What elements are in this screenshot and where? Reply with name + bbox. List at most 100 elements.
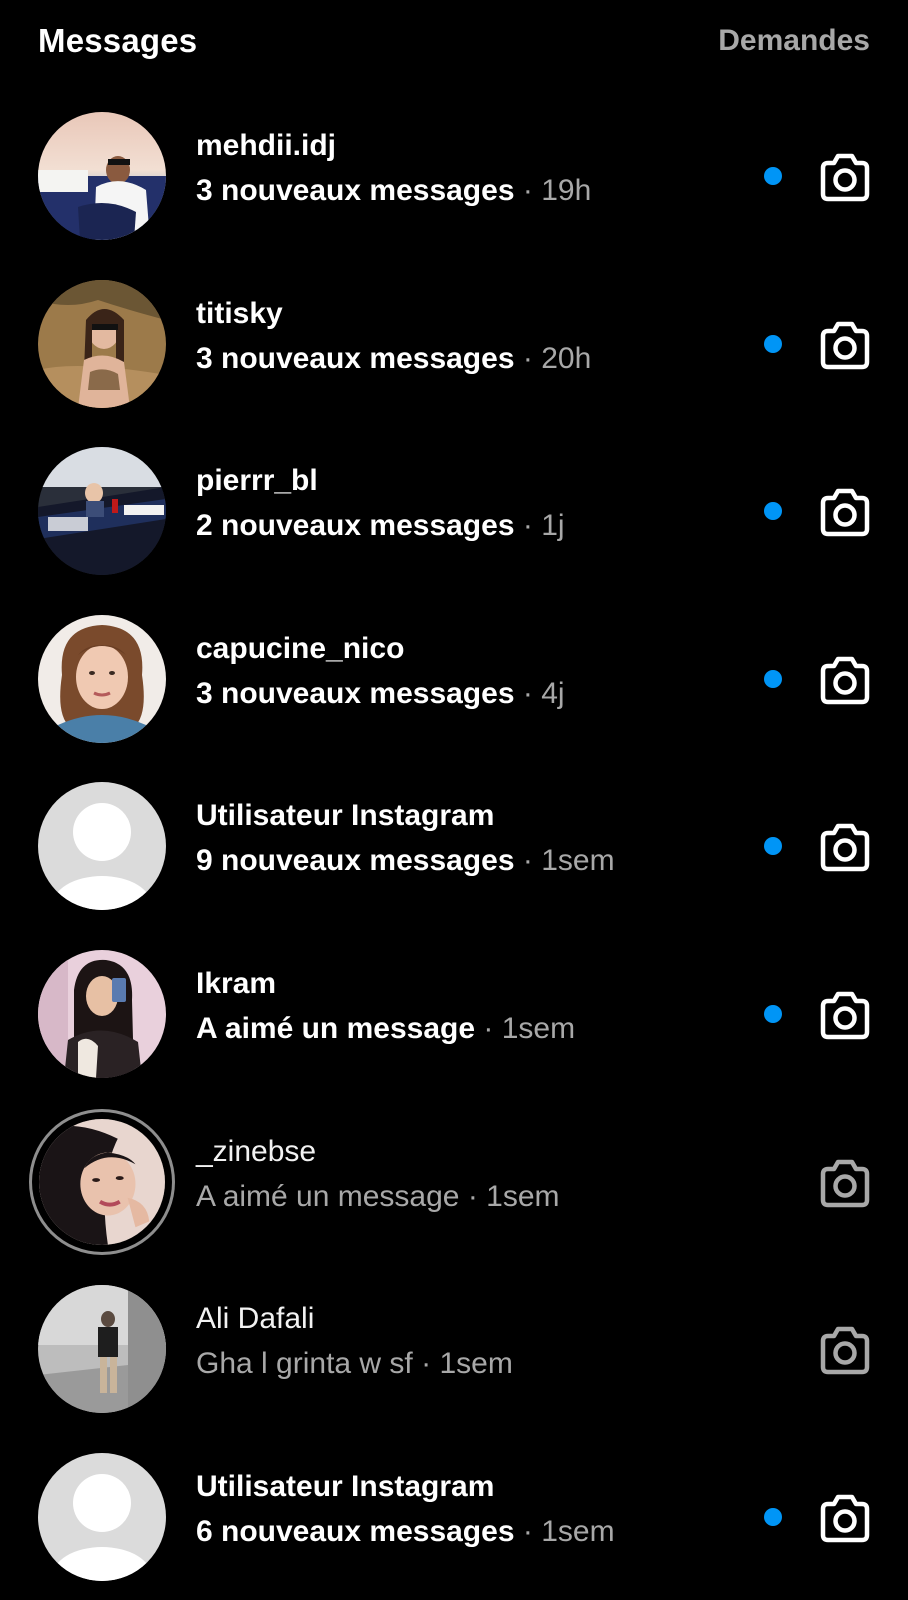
separator-dot: · [522, 509, 533, 543]
conversation-row[interactable]: capucine_nico 3 nouveaux messages · 4j [0, 595, 908, 763]
message-preview: 9 nouveaux messages [196, 844, 515, 878]
conversation-name: capucine_nico [196, 631, 405, 665]
unread-dot [764, 502, 782, 521]
avatar-button[interactable] [38, 949, 166, 1078]
conversation-row[interactable]: _zinebse A aimé un message · 1sem [0, 1098, 908, 1266]
camera-button[interactable] [818, 988, 872, 1042]
timestamp: 4j [541, 676, 565, 710]
camera-button[interactable] [818, 653, 872, 707]
separator-dot: · [522, 676, 533, 710]
message-preview: 3 nouveaux messages [196, 341, 515, 375]
conversation-name: mehdii.idj [196, 129, 337, 162]
avatar-button[interactable] [38, 614, 166, 743]
message-preview: 2 nouveaux messages [196, 509, 515, 543]
conversation-row[interactable]: titisky 3 nouveaux messages · 20h [0, 260, 908, 428]
timestamp: 1sem [486, 1179, 560, 1213]
message-preview: A aimé un message [196, 1179, 460, 1213]
camera-icon [820, 991, 870, 1040]
camera-button[interactable] [818, 820, 872, 874]
avatar [38, 112, 166, 240]
conversation-text: Ikram A aimé un message · 1sem [196, 964, 716, 1049]
separator-dot: · [522, 1514, 533, 1548]
avatar [38, 614, 166, 743]
conversation-text: Ali Dafali Gha l grinta w sf · 1sem [196, 1299, 716, 1384]
timestamp: 1sem [541, 1514, 615, 1548]
conversation-preview: A aimé un message · 1sem [196, 1009, 716, 1049]
avatar-button[interactable] [38, 447, 166, 576]
conversation-name: Ikram [196, 966, 277, 1000]
conversation-row[interactable]: mehdii.idj 3 nouveaux messages · 19h [0, 92, 908, 260]
timestamp: 1j [541, 509, 565, 543]
timestamp: 1sem [541, 844, 615, 878]
conversation-row[interactable]: Utilisateur Instagram 6 nouveaux message… [0, 1433, 908, 1600]
avatar-button[interactable] [38, 279, 166, 408]
conversation-name: Utilisateur Instagram [196, 1469, 495, 1503]
camera-icon [820, 321, 870, 369]
avatar [39, 1118, 165, 1245]
conversation-name: Ali Dafali [196, 1302, 315, 1336]
avatar [38, 949, 166, 1078]
camera-icon [820, 153, 870, 202]
conversation-text: pierrr_bl 2 nouveaux messages · 1j [196, 461, 716, 546]
avatar-button[interactable] [38, 1118, 166, 1246]
conversation-name: Utilisateur Instagram [196, 799, 495, 833]
camera-icon [820, 1494, 870, 1542]
camera-icon [820, 656, 870, 705]
conversation-text: Utilisateur Instagram 6 nouveaux message… [196, 1467, 716, 1552]
message-preview: Gha l grinta w sf [196, 1347, 413, 1381]
camera-button[interactable] [818, 150, 872, 204]
conversation-preview: 3 nouveaux messages · 20h [196, 339, 716, 379]
unread-dot [764, 837, 782, 856]
avatar-button[interactable] [38, 112, 166, 240]
conversation-row[interactable]: pierrr_bl 2 nouveaux messages · 1j [0, 427, 908, 595]
camera-button[interactable] [818, 1323, 872, 1377]
conversation-row[interactable]: Utilisateur Instagram 9 nouveaux message… [0, 762, 908, 930]
conversation-list: mehdii.idj 3 nouveaux messages · 19h tit… [0, 92, 908, 1600]
unread-dot [764, 1004, 782, 1023]
avatar-button[interactable] [38, 1285, 166, 1414]
message-preview: 3 nouveaux messages [196, 676, 515, 710]
conversation-preview: A aimé un message · 1sem [196, 1177, 716, 1217]
conversation-name: titisky [196, 296, 283, 330]
message-preview: 3 nouveaux messages [196, 174, 515, 207]
camera-icon [820, 1159, 870, 1207]
avatar [38, 782, 166, 911]
avatar [38, 447, 166, 576]
conversation-text: titisky 3 nouveaux messages · 20h [196, 294, 716, 379]
camera-icon [820, 824, 870, 872]
avatar [38, 279, 166, 408]
conversation-text: Utilisateur Instagram 9 nouveaux message… [196, 796, 716, 881]
timestamp: 1sem [501, 1011, 576, 1045]
separator-dot: · [467, 1179, 478, 1213]
conversation-row[interactable]: Ikram A aimé un message · 1sem [0, 930, 908, 1098]
camera-button[interactable] [818, 1156, 872, 1210]
requests-button[interactable]: Demandes [718, 24, 870, 58]
message-preview: A aimé un message [196, 1011, 476, 1045]
unread-dot [764, 334, 782, 353]
message-preview: 6 nouveaux messages [196, 1514, 515, 1548]
separator-dot: · [483, 1011, 494, 1045]
conversation-preview: 3 nouveaux messages · 19h [196, 171, 716, 211]
separator-dot: · [522, 341, 533, 375]
separator-dot: · [522, 174, 533, 207]
camera-button[interactable] [818, 485, 872, 539]
camera-button[interactable] [818, 318, 872, 372]
timestamp: 1sem [439, 1347, 513, 1381]
conversation-preview: 2 nouveaux messages · 1j [196, 506, 716, 546]
conversation-name: pierrr_bl [196, 464, 318, 498]
conversation-preview: 3 nouveaux messages · 4j [196, 674, 716, 714]
default-avatar-icon [38, 782, 166, 911]
avatar-button[interactable] [38, 782, 166, 911]
unread-dot [764, 167, 782, 185]
conversation-preview: Gha l grinta w sf · 1sem [196, 1344, 716, 1384]
avatar-button[interactable] [38, 1452, 166, 1581]
unread-dot [764, 1507, 782, 1526]
camera-icon [820, 1326, 870, 1375]
conversation-row[interactable]: Ali Dafali Gha l grinta w sf · 1sem [0, 1265, 908, 1433]
conversation-text: mehdii.idj 3 nouveaux messages · 19h [196, 126, 716, 211]
separator-dot: · [522, 844, 533, 878]
camera-button[interactable] [818, 1491, 872, 1545]
header: Messages Demandes [0, 0, 908, 88]
timestamp: 19h [541, 174, 592, 207]
conversation-name: _zinebse [196, 1134, 317, 1168]
